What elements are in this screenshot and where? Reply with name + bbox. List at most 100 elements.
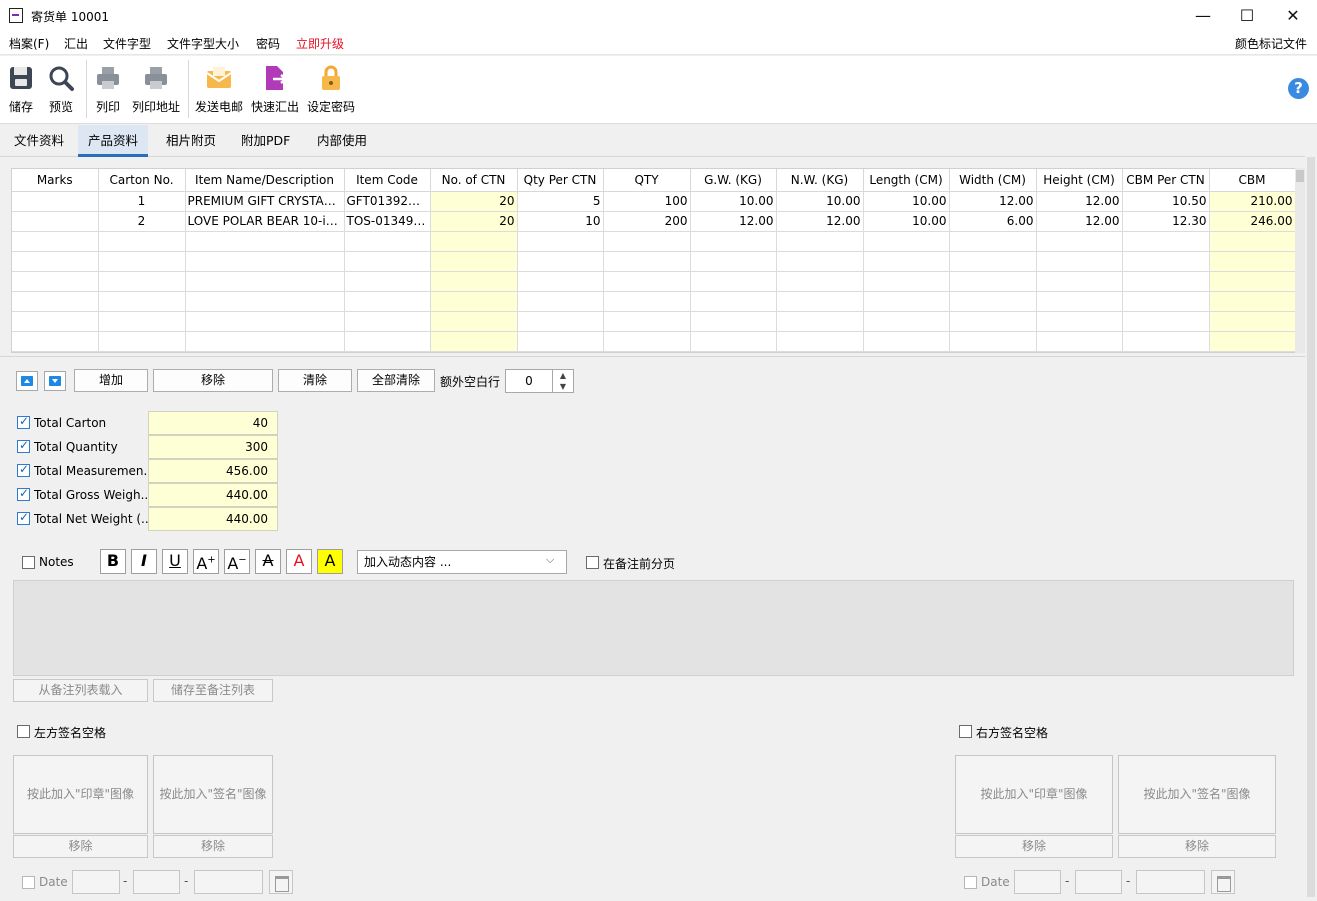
total-value[interactable]: 440.00 (148, 483, 278, 507)
table-cell[interactable]: 20 (430, 211, 518, 232)
table-cell[interactable] (185, 311, 345, 332)
table-cell[interactable]: 6.00 (949, 211, 1037, 232)
table-cell[interactable] (603, 271, 691, 292)
table-cell[interactable]: 5 (517, 191, 604, 212)
column-header[interactable]: Height (CM) (1036, 169, 1123, 192)
table-cell[interactable]: GFT01392A-A (344, 191, 431, 212)
table-cell[interactable] (949, 231, 1037, 252)
table-cell[interactable] (603, 311, 691, 332)
table-cell[interactable] (690, 231, 777, 252)
left-signature-checkbox[interactable] (17, 725, 30, 738)
page-scrollbar[interactable] (1305, 125, 1317, 901)
table-cell[interactable] (1122, 311, 1210, 332)
table-cell[interactable] (603, 331, 691, 352)
table-cell[interactable] (517, 291, 604, 312)
column-header[interactable]: Marks (12, 169, 99, 192)
table-cell[interactable] (517, 271, 604, 292)
total-value[interactable]: 456.00 (148, 459, 278, 483)
table-cell[interactable] (12, 271, 99, 292)
tab-attach-pdf[interactable]: 附加PDF (231, 125, 300, 157)
table-cell[interactable] (1122, 331, 1210, 352)
print-address-button[interactable]: 列印地址 (129, 56, 183, 122)
table-cell[interactable]: 10 (517, 211, 604, 232)
notes-checkbox[interactable] (22, 556, 35, 569)
table-cell[interactable] (98, 311, 186, 332)
clear-row-button[interactable]: 清除 (278, 369, 352, 392)
table-cell[interactable]: 100 (603, 191, 691, 212)
table-row[interactable] (12, 311, 1296, 332)
table-cell[interactable] (949, 311, 1037, 332)
table-cell[interactable] (776, 331, 864, 352)
tab-internal-use[interactable]: 内部使用 (307, 125, 377, 157)
table-cell[interactable] (949, 291, 1037, 312)
table-cell[interactable] (1036, 331, 1123, 352)
table-cell[interactable] (185, 331, 345, 352)
table-cell[interactable]: 20 (430, 191, 518, 212)
dynamic-content-select[interactable]: 加入动态内容 ... (357, 550, 567, 574)
quick-export-button[interactable]: 快速汇出 (250, 56, 300, 122)
table-cell[interactable]: 10.50 (1122, 191, 1210, 212)
table-cell[interactable] (690, 311, 777, 332)
save-button[interactable]: 储存 (4, 56, 38, 122)
table-cell[interactable] (1036, 271, 1123, 292)
table-cell[interactable] (1036, 291, 1123, 312)
table-cell[interactable] (344, 231, 431, 252)
highlight-button[interactable]: A (317, 549, 343, 574)
table-cell[interactable] (344, 331, 431, 352)
table-cell[interactable] (98, 291, 186, 312)
table-row[interactable] (12, 251, 1296, 272)
scrollbar-track[interactable] (1307, 157, 1315, 897)
table-cell[interactable] (185, 271, 345, 292)
extra-blank-rows-spinner[interactable]: ▲ ▼ (553, 369, 574, 393)
table-cell[interactable] (430, 271, 518, 292)
font-decrease-button[interactable]: A− (224, 549, 250, 574)
set-password-button[interactable]: 设定密码 (305, 56, 357, 122)
table-cell[interactable] (949, 251, 1037, 272)
column-header[interactable]: Qty Per CTN (517, 169, 604, 192)
table-cell[interactable] (690, 331, 777, 352)
table-cell[interactable] (863, 231, 950, 252)
calendar-icon[interactable] (1211, 870, 1235, 894)
table-cell[interactable] (1122, 271, 1210, 292)
scrollbar-thumb[interactable] (1296, 170, 1304, 182)
font-increase-button[interactable]: A+ (193, 549, 219, 574)
column-header[interactable]: QTY (603, 169, 691, 192)
table-cell[interactable] (517, 311, 604, 332)
table-cell[interactable] (1209, 251, 1296, 272)
table-cell[interactable] (690, 291, 777, 312)
clear-all-button[interactable]: 全部清除 (357, 369, 435, 392)
table-cell[interactable] (863, 291, 950, 312)
menu-password[interactable]: 密码 (256, 35, 280, 52)
load-notes-button[interactable]: 从备注列表载入 (13, 679, 148, 702)
total-checkbox[interactable] (17, 486, 30, 501)
column-header[interactable]: CBM Per CTN (1122, 169, 1210, 192)
table-cell[interactable] (776, 291, 864, 312)
table-cell[interactable]: 210.00 (1209, 191, 1296, 212)
right-signature-remove-button[interactable]: 移除 (1118, 835, 1276, 858)
table-cell[interactable] (12, 231, 99, 252)
table-cell[interactable]: 200 (603, 211, 691, 232)
table-row[interactable] (12, 331, 1296, 352)
table-cell[interactable] (344, 271, 431, 292)
table-cell[interactable] (12, 331, 99, 352)
table-cell[interactable] (12, 191, 99, 212)
table-cell[interactable] (690, 271, 777, 292)
table-cell[interactable] (776, 231, 864, 252)
table-cell[interactable] (1209, 291, 1296, 312)
table-cell[interactable] (430, 331, 518, 352)
italic-button[interactable]: I (131, 549, 157, 574)
table-cell[interactable] (12, 211, 99, 232)
column-header[interactable]: Carton No. (98, 169, 186, 192)
help-icon[interactable]: ? (1288, 78, 1309, 99)
right-date-checkbox[interactable] (964, 876, 977, 889)
right-date-day-field[interactable] (1014, 870, 1061, 894)
remove-row-button[interactable]: 移除 (153, 369, 273, 392)
table-cell[interactable] (12, 311, 99, 332)
total-value[interactable]: 440.00 (148, 507, 278, 531)
menu-color-mark[interactable]: 颜色标记文件 (1235, 35, 1307, 52)
left-signature-image-button[interactable]: 按此加入"签名"图像 (153, 755, 273, 834)
menu-file[interactable]: 档案(F) (9, 35, 49, 52)
right-signature-image-button[interactable]: 按此加入"签名"图像 (1118, 755, 1276, 834)
table-row[interactable] (12, 271, 1296, 292)
minimize-button[interactable]: — (1180, 0, 1226, 31)
